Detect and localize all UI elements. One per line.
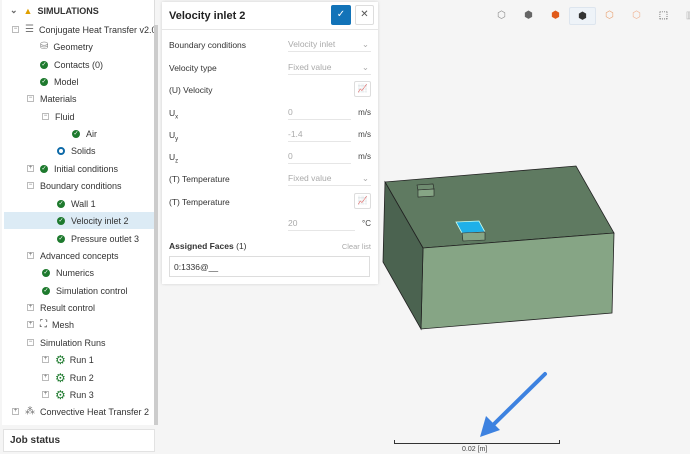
scale-bar	[394, 440, 560, 444]
scale-label: 0.02 [m]	[462, 446, 488, 453]
annotation-arrow	[490, 372, 547, 428]
outlet-front-face[interactable]	[417, 188, 435, 198]
box-front-face[interactable]	[420, 232, 615, 330]
3d-viewport[interactable]	[0, 0, 690, 454]
inlet-front-face[interactable]	[461, 231, 486, 242]
